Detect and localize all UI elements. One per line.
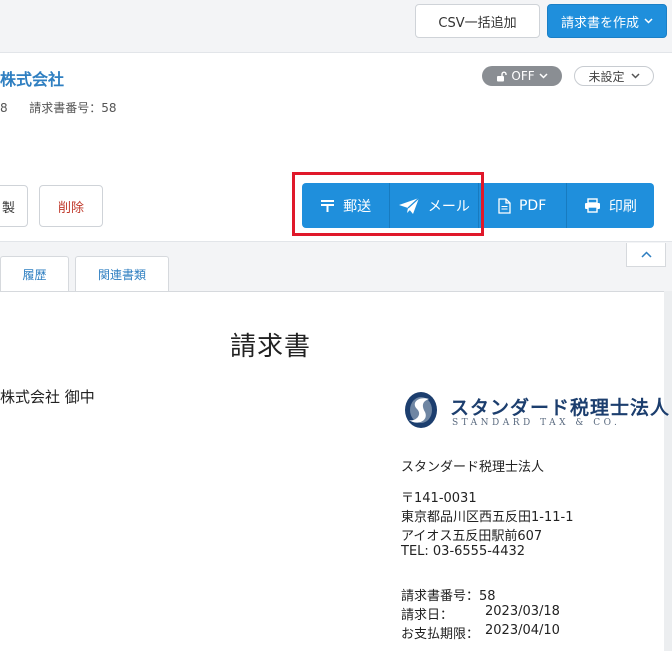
print-label: 印刷	[608, 198, 637, 215]
invoice-date-label: 請求日：	[401, 608, 454, 623]
tab-related-documents-label: 関連書類	[97, 268, 146, 282]
email-label: メール	[427, 198, 470, 215]
chevron-up-icon	[640, 251, 652, 258]
csv-bulk-add-button[interactable]: CSV一括追加	[415, 4, 540, 38]
meta-partial-value: 8	[0, 101, 8, 115]
invoice-date-value: 2023/03/18	[485, 604, 560, 619]
chevron-down-icon	[644, 18, 653, 24]
company-logo-icon	[405, 392, 437, 428]
delete-button[interactable]: 削除	[39, 185, 103, 227]
logo-company-name: スタンダード税理士法人	[450, 397, 671, 419]
client-company-name[interactable]: 株式会社	[0, 66, 64, 90]
send-actions-group: 郵送 メール PDF 印刷	[302, 183, 654, 228]
issuer-address-line1: 東京都品川区西五反田1-11-1	[401, 510, 574, 525]
delete-button-label: 削除	[57, 200, 84, 216]
create-invoice-label: 請求書を作成	[560, 15, 639, 31]
invoice-number: 請求書番号：58	[401, 589, 496, 604]
invoice-number-meta: 請求書番号：58	[29, 101, 117, 115]
email-button[interactable]: メール	[390, 183, 479, 228]
tab-history-label: 履歴	[22, 268, 47, 282]
recipient-name: 株式会社 御中	[0, 388, 95, 406]
lock-toggle[interactable]: OFF	[482, 66, 562, 86]
printer-icon	[584, 198, 600, 213]
issuer-name: スタンダード税理士法人	[401, 460, 545, 475]
document-icon	[498, 197, 511, 214]
issuer-phone: TEL: 03-6555-4432	[401, 544, 526, 559]
csv-bulk-add-label: CSV一括追加	[438, 15, 517, 31]
postal-mark-icon	[321, 200, 335, 212]
lock-status-label: OFF	[511, 69, 535, 83]
copy-button[interactable]: 製	[0, 185, 28, 227]
collapse-button[interactable]	[626, 243, 666, 267]
unlock-icon	[497, 71, 508, 81]
due-date-value: 2023/04/10	[485, 623, 560, 638]
due-date-label: お支払期限：	[401, 627, 480, 642]
chevron-down-icon	[630, 73, 640, 79]
postal-mail-label: 郵送	[343, 198, 372, 215]
status-select[interactable]: 未設定	[574, 66, 654, 86]
tab-history[interactable]: 履歴	[0, 256, 69, 292]
postal-mail-button[interactable]: 郵送	[302, 183, 391, 228]
invoice-preview	[0, 291, 664, 651]
chevron-down-icon	[539, 73, 548, 79]
preview-scrollbar[interactable]	[664, 291, 672, 651]
issuer-address-line2: アイオス五反田駅前607	[401, 529, 543, 544]
create-invoice-button[interactable]: 請求書を作成	[547, 4, 667, 38]
tab-related-documents[interactable]: 関連書類	[75, 256, 169, 292]
issuer-postal-code: 〒141-0031	[401, 491, 477, 506]
logo-company-subtitle: STANDARD TAX & CO.	[452, 418, 621, 428]
paper-plane-icon	[398, 197, 420, 214]
invoice-meta: 8 請求書番号：58	[0, 99, 117, 116]
copy-button-label: 製	[1, 200, 15, 216]
pdf-label: PDF	[518, 197, 547, 214]
status-select-value: 未設定	[588, 69, 625, 84]
document-title: 請求書	[230, 332, 312, 362]
pdf-button[interactable]: PDF	[479, 183, 567, 228]
print-button[interactable]: 印刷	[567, 183, 654, 228]
